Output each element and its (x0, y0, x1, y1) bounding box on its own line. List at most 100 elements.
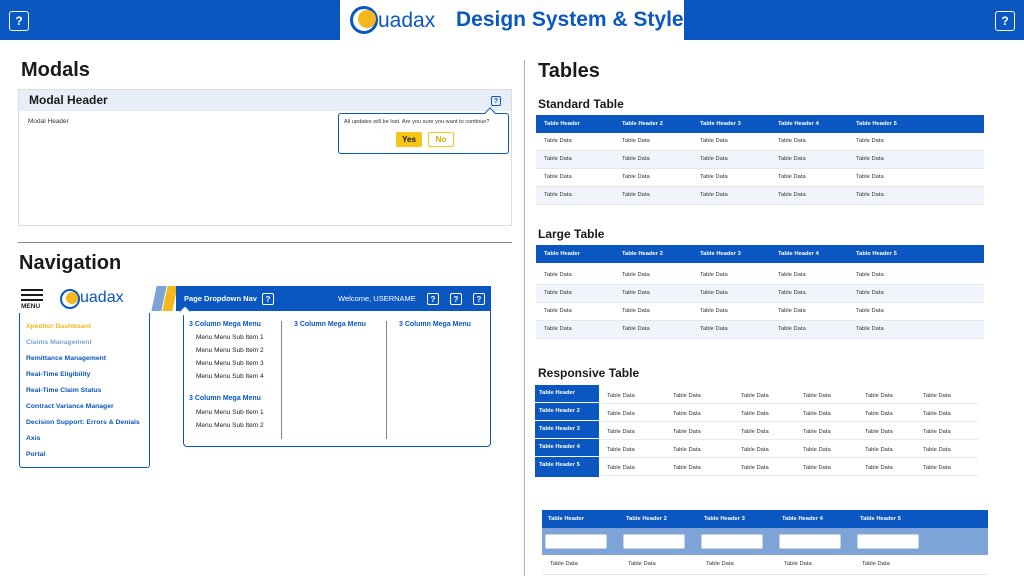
filter-input[interactable] (623, 534, 685, 549)
table-cell: Table Data (673, 447, 701, 453)
table-cell: Table Data (544, 156, 572, 162)
popover-message: All updates will be lost. Are you sure y… (344, 119, 490, 125)
table-cell: Table Data (700, 326, 728, 332)
no-button[interactable]: No (428, 132, 454, 147)
table-cell: Table Data (856, 290, 884, 296)
table-header-label: Table Header (539, 390, 575, 396)
mega-menu-item[interactable]: Menu Menu Sub Item 1 (196, 409, 264, 416)
table-cell: Table Data (803, 429, 831, 435)
table-row: Table Data Table Data Table Data Table Data… (536, 133, 984, 151)
page-nav-title[interactable]: Page Dropdown Nav (184, 294, 257, 303)
table-header-cell[interactable]: Table Header 5 (856, 251, 897, 257)
row-divider (600, 475, 978, 476)
sidebar-item-portal[interactable]: Portal (26, 451, 45, 458)
table-cell: Table Data (778, 174, 806, 180)
table-header-cell[interactable]: Table Header 5 (860, 516, 901, 522)
mega-menu-col-1b-head[interactable]: 3 Column Mega Menu (189, 395, 261, 402)
table-cell: Table Data (778, 192, 806, 198)
mega-menu-item[interactable]: Menu Menu Sub Item 3 (196, 360, 264, 367)
help-icon[interactable]: ? (427, 293, 439, 305)
table-cell: Table Data (544, 326, 572, 332)
help-icon[interactable]: ? (9, 11, 29, 31)
table-cell: Table Data (865, 447, 893, 453)
standard-table-title: Standard Table (538, 97, 624, 111)
table-cell: Table Data (865, 465, 893, 471)
table-cell: Table Data (622, 290, 650, 296)
help-icon[interactable]: ? (450, 293, 462, 305)
table-header-cell[interactable]: Table Header 4 (778, 251, 819, 257)
mega-menu-item[interactable]: Menu Menu Sub Item 4 (196, 373, 264, 380)
modal-body-text: Modal Header (28, 118, 69, 125)
table-cell: Table Data (741, 411, 769, 417)
table-cell: Table Data (923, 465, 951, 471)
table-header-cell[interactable]: Table Header 3 (704, 516, 745, 522)
table-cell: Table Data (700, 192, 728, 198)
table-header-cell[interactable]: Table Header 4 (535, 439, 599, 457)
table-header-label: Table Header 3 (539, 426, 580, 432)
table-header-cell[interactable]: Table Header (535, 385, 599, 403)
table-header-cell[interactable]: Table Header (544, 121, 580, 127)
table-cell: Table Data (856, 308, 884, 314)
mega-menu-col-3-head[interactable]: 3 Column Mega Menu (399, 321, 471, 328)
logo-sun-icon (66, 292, 78, 304)
filter-input[interactable] (779, 534, 841, 549)
table-header-cell[interactable]: Table Header 3 (700, 121, 741, 127)
table-cell: Table Data (544, 192, 572, 198)
sidebar-item-axis[interactable]: Axis (26, 435, 40, 442)
yes-button[interactable]: Yes (396, 132, 422, 147)
table-header-cell[interactable]: Table Header 2 (622, 121, 663, 127)
table-header-cell[interactable]: Table Header (544, 251, 580, 257)
row-divider (600, 457, 978, 458)
filter-input[interactable] (857, 534, 919, 549)
help-icon[interactable]: ? (995, 11, 1015, 31)
sidebar-item-real-time-claim-status[interactable]: Real-Time Claim Status (26, 387, 101, 394)
mega-menu-col-2-head[interactable]: 3 Column Mega Menu (294, 321, 366, 328)
table-cell: Table Data (923, 411, 951, 417)
filter-table: Table Header Table Header 2 Table Header 3… (542, 510, 988, 576)
sidebar-item-xpeditor-dashboard[interactable]: Xpeditor Dashboard (26, 323, 91, 330)
table-header-cell[interactable]: Table Header 4 (778, 121, 819, 127)
welcome-text: Welcome, USERNAME (338, 294, 416, 303)
mega-menu-item[interactable]: Menu Menu Sub Item 2 (196, 422, 264, 429)
table-cell: Table Data (622, 192, 650, 198)
mega-menu: 3 Column Mega Menu Menu Menu Sub Item 1 … (183, 311, 491, 447)
help-icon[interactable]: ? (473, 293, 485, 305)
table-header-cell[interactable]: Table Header 3 (535, 421, 599, 439)
table-cell: Table Data (700, 138, 728, 144)
table-cell: Table Data (544, 290, 572, 296)
brand-area: uadax Design System & Styles (340, 0, 695, 40)
sidebar-item-real-time-eligibility[interactable]: Real-Time Eligibility (26, 371, 90, 378)
table-header-cell[interactable]: Table Header 2 (622, 251, 663, 257)
help-icon[interactable]: ? (491, 96, 501, 106)
table-header-cell[interactable]: Table Header 2 (626, 516, 667, 522)
table-cell: Table Data (856, 272, 884, 278)
filter-input[interactable] (701, 534, 763, 549)
table-header-cell[interactable]: Table Header 5 (535, 457, 599, 478)
table-header-cell[interactable]: Table Header 4 (782, 516, 823, 522)
table-cell: Table Data (622, 138, 650, 144)
sidebar-item-contract-variance-manager[interactable]: Contract Variance Manager (26, 403, 114, 410)
modal-header: Modal Header ? (19, 90, 511, 111)
table-header-cell[interactable]: Table Header 2 (535, 403, 599, 421)
table-header-cell[interactable]: Table Header 5 (856, 121, 897, 127)
filter-input[interactable] (545, 534, 607, 549)
table-cell: Table Data (622, 308, 650, 314)
table-cell: Table Data (778, 138, 806, 144)
sidebar-item-decision-support[interactable]: Decision Support: Errors & Denials (26, 419, 140, 426)
table-cell: Table Data (803, 465, 831, 471)
table-header-cell[interactable]: Table Header 3 (700, 251, 741, 257)
table-cell: Table Data (741, 429, 769, 435)
mega-menu-item[interactable]: Menu Menu Sub Item 1 (196, 334, 264, 341)
table-cell: Table Data (673, 429, 701, 435)
table-header-cell[interactable]: Table Header (548, 516, 584, 522)
table-row: Table Data Table Data Table Data Table Data… (536, 169, 984, 187)
help-icon[interactable]: ? (262, 293, 274, 305)
table-cell: Table Data (673, 465, 701, 471)
sidebar-item-remittance-management[interactable]: Remittance Management (26, 355, 106, 362)
tables-heading: Tables (538, 60, 600, 82)
mega-menu-item[interactable]: Menu Menu Sub Item 2 (196, 347, 264, 354)
mega-menu-col-1-head[interactable]: 3 Column Mega Menu (189, 321, 261, 328)
sidebar-item-claims-management[interactable]: Claims Management (26, 339, 92, 346)
table-cell: Table Data (700, 272, 728, 278)
table-cell: Table Data (741, 393, 769, 399)
